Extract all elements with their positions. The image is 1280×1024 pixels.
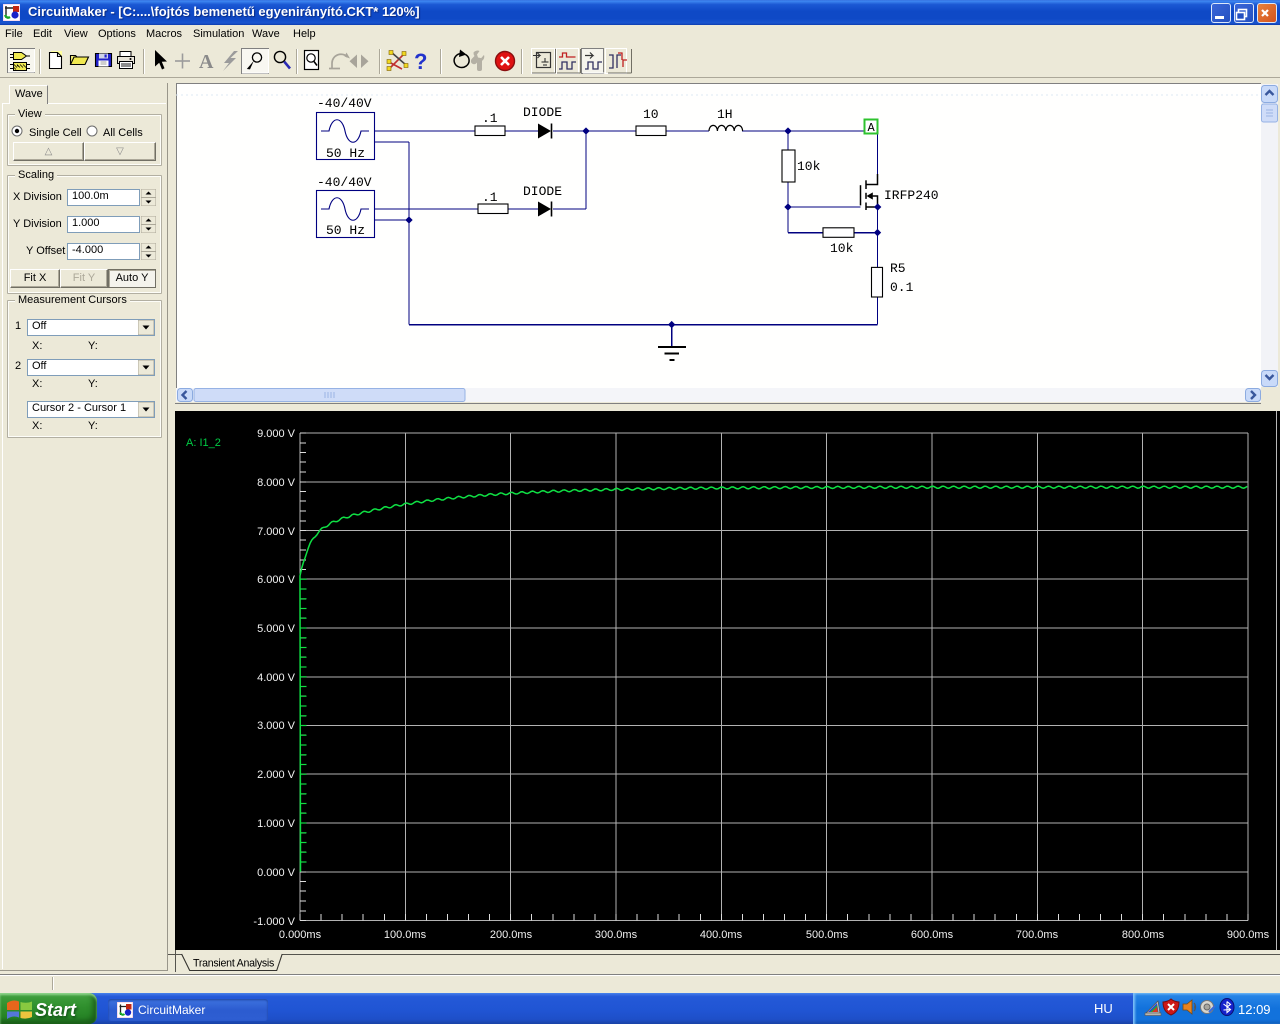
svg-text:10k: 10k xyxy=(830,241,854,256)
svg-text:-40/40V: -40/40V xyxy=(317,96,372,111)
svg-text:A: I1_2: A: I1_2 xyxy=(186,437,221,449)
svg-text:300.0ms: 300.0ms xyxy=(595,929,638,941)
svg-text:DIODE: DIODE xyxy=(523,184,562,199)
svg-text:0.000 V: 0.000 V xyxy=(257,867,296,879)
svg-text:50 Hz: 50 Hz xyxy=(326,146,365,161)
svg-text:1.000 V: 1.000 V xyxy=(257,818,296,830)
svg-text:8.000 V: 8.000 V xyxy=(257,477,296,489)
svg-text:?: ? xyxy=(414,49,427,74)
svg-text:10: 10 xyxy=(643,107,659,122)
svg-text:0.1: 0.1 xyxy=(890,280,914,295)
svg-text:800.0ms: 800.0ms xyxy=(1122,929,1165,941)
svg-text:Transient Analysis: Transient Analysis xyxy=(193,957,274,969)
svg-text:R5: R5 xyxy=(890,261,906,276)
svg-text:IRFP240: IRFP240 xyxy=(884,188,939,203)
svg-text:A: A xyxy=(868,121,876,135)
svg-text:2.000 V: 2.000 V xyxy=(257,769,296,781)
svg-text:6.000 V: 6.000 V xyxy=(257,574,296,586)
svg-text:4.000 V: 4.000 V xyxy=(257,672,296,684)
svg-text:.1: .1 xyxy=(482,111,498,126)
svg-text:A: A xyxy=(199,51,214,73)
svg-text:DIODE: DIODE xyxy=(523,105,562,120)
svg-text:7.000 V: 7.000 V xyxy=(257,526,296,538)
svg-text:200.0ms: 200.0ms xyxy=(490,929,533,941)
svg-text:.1: .1 xyxy=(482,190,498,205)
svg-text:500.0ms: 500.0ms xyxy=(806,929,849,941)
svg-text:400.0ms: 400.0ms xyxy=(700,929,743,941)
svg-text:900.0ms: 900.0ms xyxy=(1227,929,1270,941)
svg-text:3.000 V: 3.000 V xyxy=(257,720,296,732)
svg-text:0.000ms: 0.000ms xyxy=(279,929,322,941)
svg-text:9.000 V: 9.000 V xyxy=(257,428,296,440)
svg-text:600.0ms: 600.0ms xyxy=(911,929,954,941)
svg-text:5.000 V: 5.000 V xyxy=(257,623,296,635)
svg-text:-1.000 V: -1.000 V xyxy=(253,916,295,928)
svg-text:-40/40V: -40/40V xyxy=(317,175,372,190)
svg-text:50 Hz: 50 Hz xyxy=(326,223,365,238)
svg-text:1H: 1H xyxy=(717,107,733,122)
svg-text:700.0ms: 700.0ms xyxy=(1016,929,1059,941)
svg-text:10k: 10k xyxy=(797,159,821,174)
svg-text:100.0ms: 100.0ms xyxy=(384,929,427,941)
